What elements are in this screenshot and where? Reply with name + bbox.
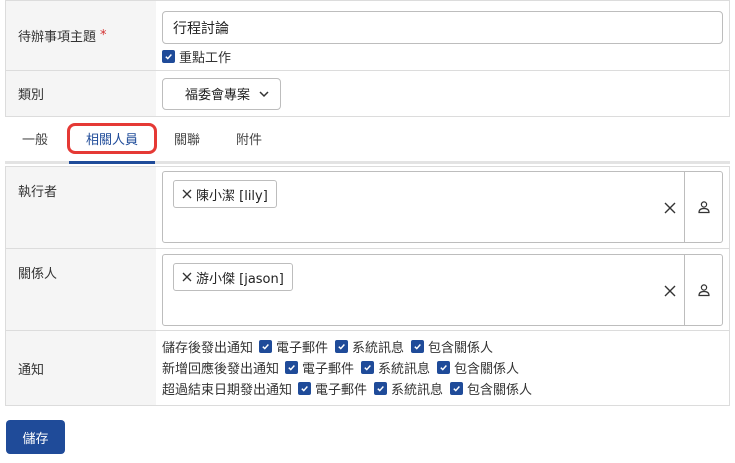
related-picker: 游小傑 [jason] [162, 254, 723, 326]
checkbox-checked-icon [374, 382, 388, 395]
checkbox-checked-icon [450, 382, 464, 395]
category-label: 類別 [6, 71, 156, 116]
notify-trigger-label: 儲存後發出通知 [162, 341, 254, 356]
checkbox-checked-icon [298, 382, 312, 395]
checkbox-checked-icon [411, 340, 425, 353]
notify-option-checkbox[interactable]: 系統訊息 [374, 379, 443, 398]
notify-option-checkbox[interactable]: 電子郵件 [298, 379, 367, 398]
highlight-box [67, 123, 158, 154]
executor-row: 執行者 陳小潔 [lily] [5, 167, 730, 249]
related-row: 關係人 游小傑 [jason] [5, 249, 730, 331]
user-icon [697, 201, 710, 214]
tab-links[interactable]: 關聯 [157, 116, 217, 161]
remove-tag-icon[interactable] [182, 189, 192, 199]
notify-option-checkbox[interactable]: 系統訊息 [335, 337, 404, 356]
related-tag[interactable]: 游小傑 [jason] [173, 263, 293, 291]
executor-label: 執行者 [6, 167, 156, 248]
notify-options: 儲存後發出通知 電子郵件 系統訊息 包含關係人 新增回應後發出通知 電子郵件 系統訊息 包含關… [162, 336, 723, 399]
notify-line: 儲存後發出通知 電子郵件 系統訊息 包含關係人 [162, 336, 723, 357]
notify-option-checkbox[interactable]: 包含關係人 [411, 337, 493, 356]
todo-form: 待辦事項主題 * 行程討論 重點工作 類別 福委會專案 [5, 0, 730, 117]
executor-tag[interactable]: 陳小潔 [lily] [173, 180, 277, 208]
save-button[interactable]: 儲存 [6, 420, 65, 454]
remove-tag-icon[interactable] [182, 272, 192, 282]
checkbox-checked-icon [259, 340, 273, 353]
checkbox-checked-icon [437, 361, 451, 374]
required-mark: * [100, 28, 107, 43]
executor-picker: 陳小潔 [lily] [162, 171, 723, 243]
category-select[interactable]: 福委會專案 [162, 77, 282, 110]
notify-option-checkbox[interactable]: 電子郵件 [285, 358, 354, 377]
subject-input[interactable]: 行程討論 [162, 11, 723, 44]
checkbox-checked-icon [361, 361, 375, 374]
notify-row: 通知 儲存後發出通知 電子郵件 系統訊息 包含關係人 新增回應後發出通知 電子郵件 系統訊息… [5, 331, 730, 406]
tab-general[interactable]: 一般 [5, 116, 65, 161]
notify-option-checkbox[interactable]: 電子郵件 [259, 337, 328, 356]
user-icon [697, 284, 710, 297]
clear-icon[interactable] [664, 285, 676, 297]
important-checkbox[interactable]: 重點工作 [162, 45, 723, 67]
notify-line: 新增回應後發出通知 電子郵件 系統訊息 包含關係人 [162, 357, 723, 378]
notify-trigger-label: 新增回應後發出通知 [162, 362, 280, 377]
related-people-panel: 執行者 陳小潔 [lily] 關係人 游小傑 [jason] 通知 儲存後發出通… [5, 166, 730, 406]
chevron-down-icon [259, 90, 269, 97]
notify-label: 通知 [6, 331, 156, 405]
subject-label: 待辦事項主題 * [6, 1, 156, 70]
notify-line: 超過結束日期發出通知 電子郵件 系統訊息 包含關係人 [162, 378, 723, 399]
checkbox-checked-icon [285, 361, 299, 374]
select-user-button[interactable] [684, 172, 722, 242]
checkbox-checked-icon [335, 340, 349, 353]
select-user-button[interactable] [684, 255, 722, 325]
tab-related-people[interactable]: 相關人員 [67, 116, 158, 164]
tab-bar: 一般 相關人員 關聯 附件 [5, 116, 730, 164]
subject-row: 待辦事項主題 * 行程討論 重點工作 [5, 1, 730, 71]
notify-option-checkbox[interactable]: 包含關係人 [437, 358, 519, 377]
checkbox-checked-icon [162, 49, 175, 63]
tab-attachments[interactable]: 附件 [219, 116, 279, 161]
notify-option-checkbox[interactable]: 系統訊息 [361, 358, 430, 377]
category-row: 類別 福委會專案 [5, 71, 730, 117]
notify-option-checkbox[interactable]: 包含關係人 [450, 379, 532, 398]
related-label: 關係人 [6, 249, 156, 330]
clear-icon[interactable] [664, 202, 676, 214]
notify-trigger-label: 超過結束日期發出通知 [162, 383, 293, 398]
